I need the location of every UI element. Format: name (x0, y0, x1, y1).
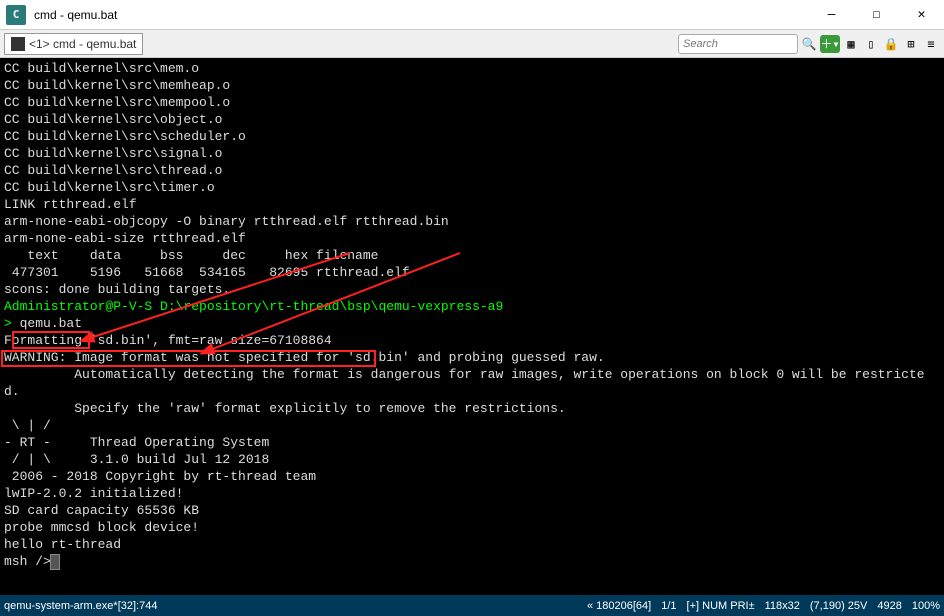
output-line: CC build\kernel\src\thread.o (4, 162, 940, 179)
toolbar: <1> cmd - qemu.bat 🔍 ＋▾ ▦ ▯ 🔒 ⊞ ≡ (0, 30, 944, 58)
prompt-line: Administrator@P-V-S D:\repository\rt-thr… (4, 298, 940, 315)
cursor (51, 555, 59, 569)
window-controls: — ☐ ✕ (809, 0, 944, 30)
output-line: probe mmcsd block device! (4, 519, 940, 536)
status-item: 118x32 (765, 600, 800, 612)
status-right: « 180206[64] 1/1 [+] NUM PRI± 118x32 (7,190)… (587, 600, 940, 612)
output-line: Automatically detecting the format is da… (4, 366, 940, 383)
output-line: CC build\kernel\src\mempool.o (4, 94, 940, 111)
output-line: 477301 5196 51668 534165 82695 rtthread.… (4, 264, 940, 281)
grid-icon[interactable]: ⊞ (902, 35, 920, 53)
output-line: CC build\kernel\src\timer.o (4, 179, 940, 196)
output-line: CC build\kernel\src\memheap.o (4, 77, 940, 94)
output-line: CC build\kernel\src\scheduler.o (4, 128, 940, 145)
output-line: arm-none-eabi-objcopy -O binary rtthread… (4, 213, 940, 230)
status-process: qemu-system-arm.exe*[32]:744 (4, 600, 587, 612)
output-line: hello rt-thread (4, 536, 940, 553)
output-line: CC build\kernel\src\signal.o (4, 145, 940, 162)
toolbar-right: 🔍 ＋▾ ▦ ▯ 🔒 ⊞ ≡ (678, 34, 940, 54)
output-line: scons: done building targets. (4, 281, 940, 298)
status-item: 4928 (877, 600, 901, 612)
lock-icon[interactable]: 🔒 (882, 35, 900, 53)
minimize-button[interactable]: — (809, 0, 854, 30)
output-line: / | \ 3.1.0 build Jul 12 2018 (4, 451, 940, 468)
output-line: WARNING: Image format was not specified … (4, 349, 940, 366)
output-line: CC build\kernel\src\mem.o (4, 60, 940, 77)
add-button[interactable]: ＋▾ (820, 35, 840, 53)
output-line: text data bss dec hex filename (4, 247, 940, 264)
output-line: d. (4, 383, 940, 400)
status-item: (7,190) 25V (810, 600, 867, 612)
search-input[interactable] (678, 34, 798, 54)
split-icon[interactable]: ▯ (862, 35, 880, 53)
output-line: arm-none-eabi-size rtthread.elf (4, 230, 940, 247)
status-item: 1/1 (661, 600, 676, 612)
window-titlebar: C cmd - qemu.bat — ☐ ✕ (0, 0, 944, 30)
msh-prompt-line: msh /> (4, 553, 940, 570)
app-icon: C (6, 5, 26, 25)
tab-label: <1> cmd - qemu.bat (29, 37, 136, 51)
tab-active[interactable]: <1> cmd - qemu.bat (4, 33, 143, 55)
window-list-icon[interactable]: ▦ (842, 35, 860, 53)
output-line: 2006 - 2018 Copyright by rt-thread team (4, 468, 940, 485)
output-line: Formatting 'sd.bin', fmt=raw size=671088… (4, 332, 940, 349)
status-item: [+] NUM PRI± (687, 600, 755, 612)
terminal-output[interactable]: CC build\kernel\src\mem.oCC build\kernel… (0, 58, 944, 595)
menu-icon[interactable]: ≡ (922, 35, 940, 53)
output-line: - RT - Thread Operating System (4, 434, 940, 451)
close-button[interactable]: ✕ (899, 0, 944, 30)
search-icon[interactable]: 🔍 (800, 35, 818, 53)
status-bar: qemu-system-arm.exe*[32]:744 « 180206[64… (0, 595, 944, 616)
output-line: \ | / (4, 417, 940, 434)
output-line: CC build\kernel\src\object.o (4, 111, 940, 128)
output-line: Specify the 'raw' format explicitly to r… (4, 400, 940, 417)
terminal-icon (11, 37, 25, 51)
status-item: 100% (912, 600, 940, 612)
status-item: « 180206[64] (587, 600, 651, 612)
maximize-button[interactable]: ☐ (854, 0, 899, 30)
window-title: cmd - qemu.bat (34, 8, 117, 22)
output-line: LINK rtthread.elf (4, 196, 940, 213)
output-line: lwIP-2.0.2 initialized! (4, 485, 940, 502)
command-line: > qemu.bat (4, 315, 940, 332)
output-line: SD card capacity 65536 KB (4, 502, 940, 519)
